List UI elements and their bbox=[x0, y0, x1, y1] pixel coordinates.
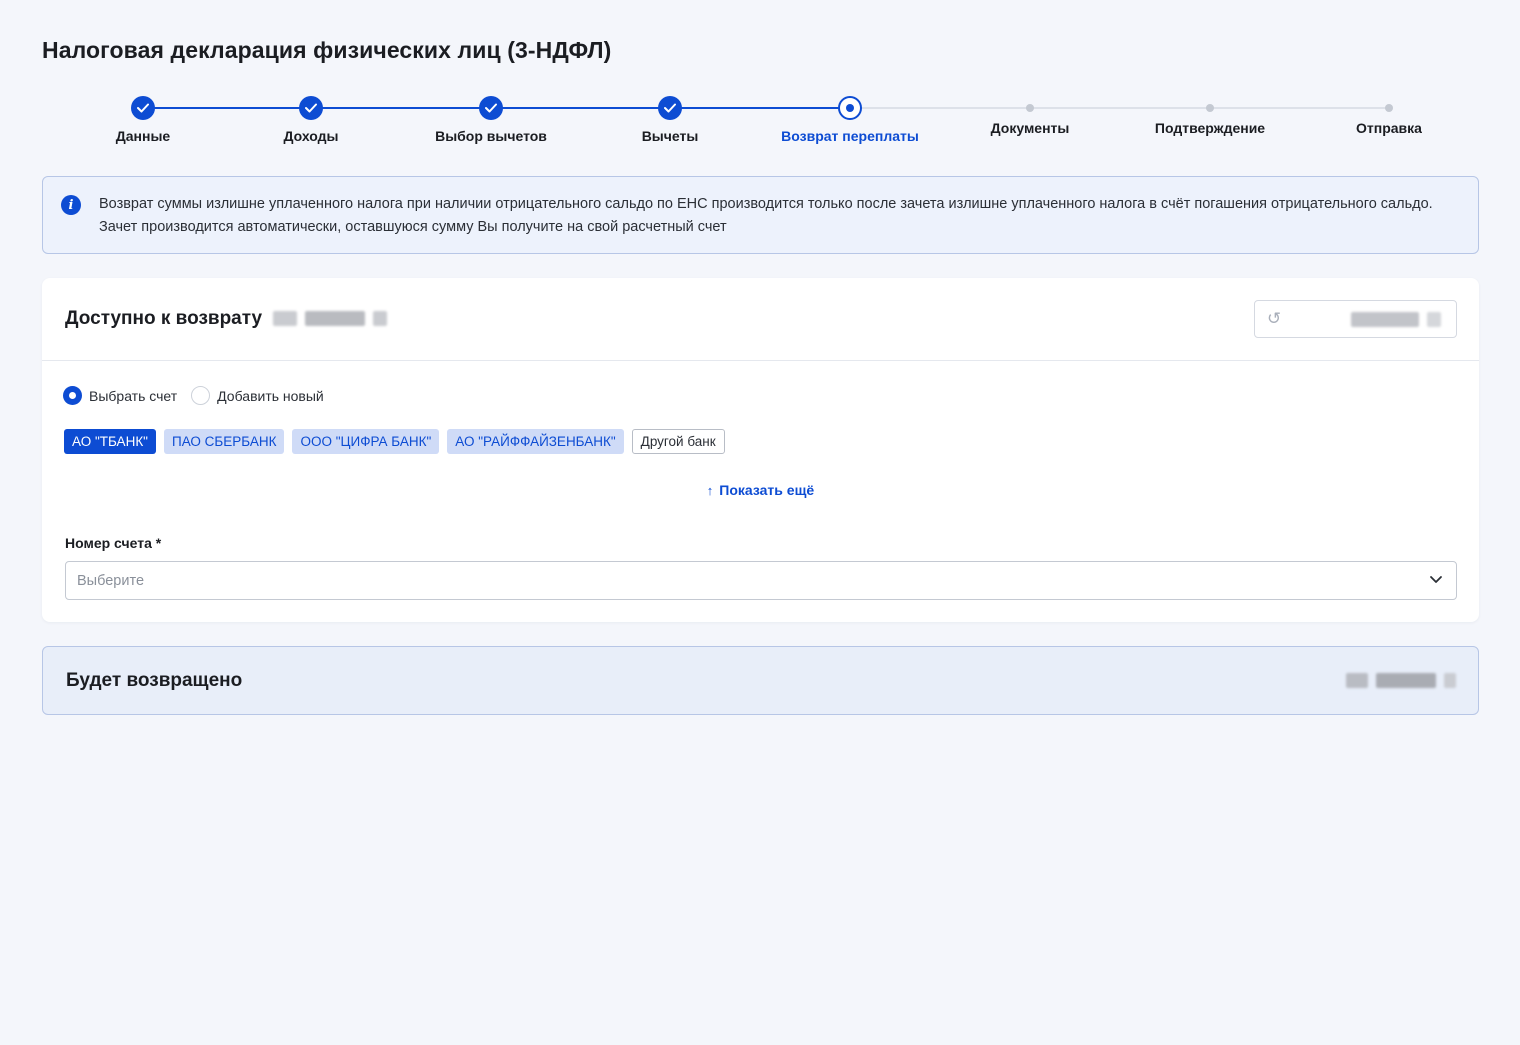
step-label: Возврат переплаты bbox=[781, 128, 919, 144]
step-label: Доходы bbox=[283, 128, 339, 144]
refund-card: Доступно к возврату ↺ Выбрать счет Добав… bbox=[42, 278, 1479, 622]
available-amount-hidden bbox=[273, 311, 387, 326]
current-step-icon bbox=[838, 96, 862, 120]
step-label: Вычеты bbox=[641, 128, 699, 144]
info-text: Возврат суммы излишне уплаченного налога… bbox=[99, 196, 1433, 235]
bank-chip-sberbank[interactable]: ПАО СБЕРБАНК bbox=[163, 429, 285, 454]
radio-unchecked-icon bbox=[191, 386, 211, 405]
info-banner: i Возврат суммы излишне уплаченного нало… bbox=[42, 176, 1479, 254]
bank-chip-raiffeisen[interactable]: АО "РАЙФФАЙЗЕНБАНК" bbox=[447, 429, 624, 454]
page-title: Налоговая декларация физических лиц (3-Н… bbox=[42, 37, 612, 63]
step-income[interactable]: Доходы bbox=[221, 96, 401, 144]
refresh-amount-hidden bbox=[1351, 312, 1441, 327]
radio-label: Добавить новый bbox=[217, 387, 324, 404]
bank-chip-cifra[interactable]: ООО "ЦИФРА БАНК" bbox=[292, 429, 440, 454]
arrow-up-icon: ↑ bbox=[706, 483, 714, 498]
check-icon bbox=[479, 96, 503, 120]
step-sending: Отправка bbox=[1299, 96, 1479, 136]
radio-label: Выбрать счет bbox=[89, 387, 178, 404]
radio-add-new-account[interactable]: Добавить новый bbox=[191, 386, 324, 405]
chevron-down-icon bbox=[1430, 576, 1442, 583]
available-refund-title: Доступно к возврату bbox=[65, 308, 263, 329]
account-number-select[interactable]: Выберите bbox=[65, 561, 1457, 600]
step-documents: Документы bbox=[940, 96, 1120, 136]
step-label: Подтверждение bbox=[1154, 120, 1266, 136]
refund-card-header: Доступно к возврату ↺ bbox=[42, 278, 1479, 361]
check-icon bbox=[658, 96, 682, 120]
refresh-balance-button[interactable]: ↺ bbox=[1254, 300, 1457, 338]
info-icon: i bbox=[61, 195, 81, 215]
bank-chip-other[interactable]: Другой банк bbox=[631, 429, 725, 454]
show-more-label: Показать ещё bbox=[719, 482, 815, 498]
stepper: Данные Доходы Выбор вычетов Вычеты Возвр… bbox=[0, 96, 1520, 146]
pending-step-dot bbox=[1206, 104, 1214, 112]
radio-choose-account[interactable]: Выбрать счет bbox=[63, 386, 177, 405]
step-label: Данные bbox=[115, 128, 171, 144]
account-select-placeholder: Выберите bbox=[77, 573, 145, 589]
returned-amount-hidden bbox=[1346, 673, 1456, 688]
step-label: Отправка bbox=[1356, 120, 1422, 136]
refund-summary: Будет возвращено bbox=[42, 646, 1479, 715]
refresh-icon: ↺ bbox=[1267, 309, 1282, 328]
step-refund[interactable]: Возврат переплаты bbox=[760, 96, 940, 144]
account-mode-radios: Выбрать счет Добавить новый bbox=[63, 386, 324, 405]
account-number-label: Номер счета * bbox=[65, 535, 162, 551]
step-label: Документы bbox=[990, 120, 1070, 136]
step-deduction-choice[interactable]: Выбор вычетов bbox=[401, 96, 581, 144]
will-be-returned-title: Будет возвращено bbox=[66, 670, 243, 691]
check-icon bbox=[131, 96, 155, 120]
check-icon bbox=[299, 96, 323, 120]
step-label: Выбор вычетов bbox=[435, 128, 547, 144]
step-deductions[interactable]: Вычеты bbox=[580, 96, 760, 144]
step-confirmation: Подтверждение bbox=[1120, 96, 1300, 136]
step-data[interactable]: Данные bbox=[53, 96, 233, 144]
pending-step-dot bbox=[1026, 104, 1034, 112]
pending-step-dot bbox=[1385, 104, 1393, 112]
show-more-link[interactable]: ↑ Показать ещё bbox=[42, 482, 1479, 498]
radio-checked-icon bbox=[63, 386, 82, 405]
bank-chips: АО "ТБАНК" ПАО СБЕРБАНК ООО "ЦИФРА БАНК"… bbox=[64, 429, 725, 454]
bank-chip-tbank[interactable]: АО "ТБАНК" bbox=[64, 429, 156, 454]
